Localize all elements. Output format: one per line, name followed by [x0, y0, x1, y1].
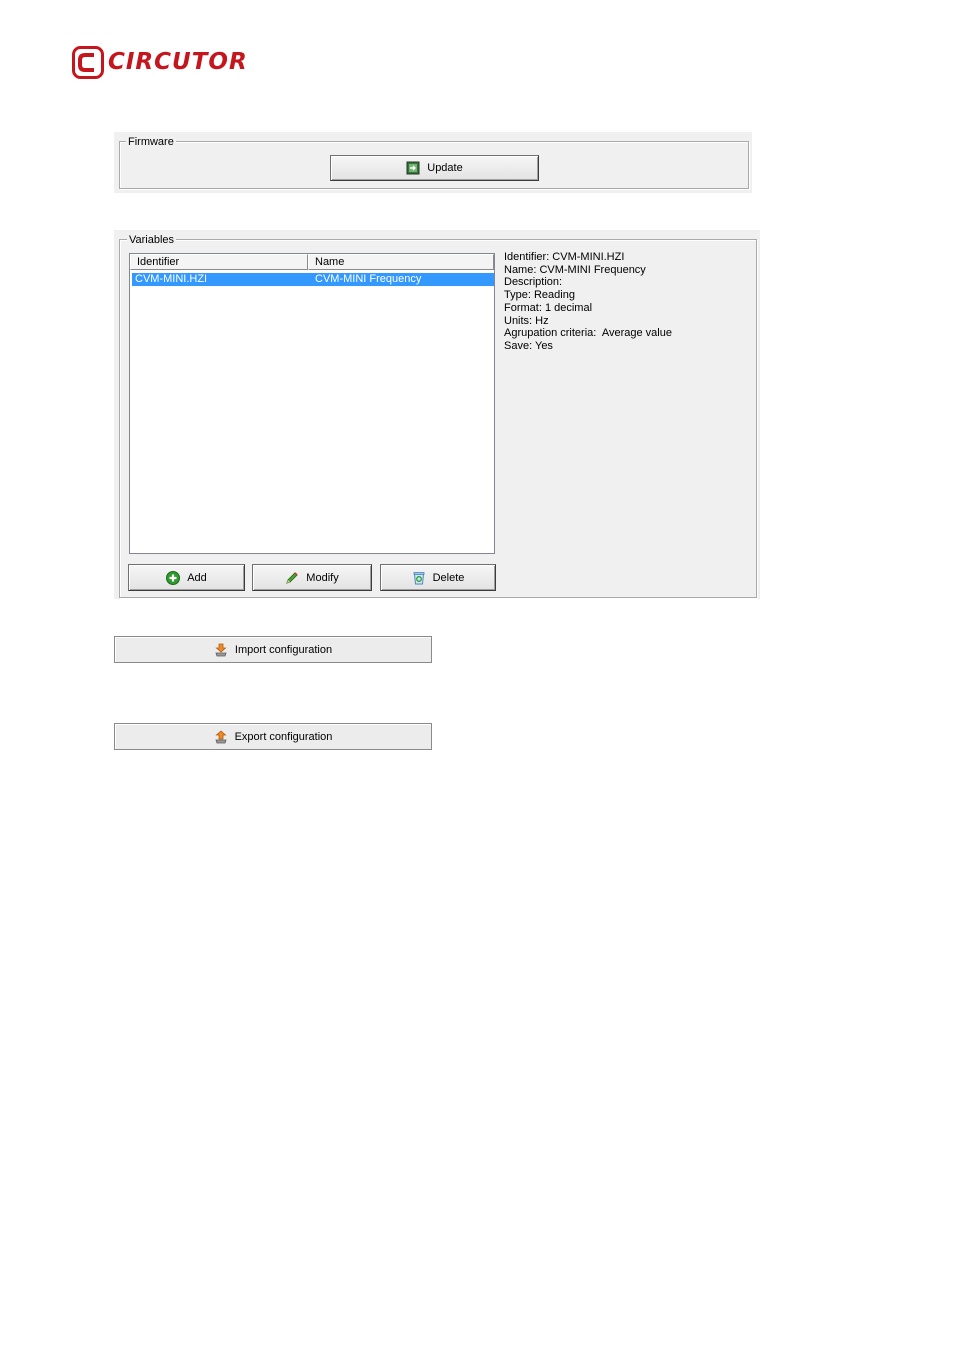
column-identifier[interactable]: Identifier	[130, 254, 308, 270]
variables-list[interactable]: Identifier Name CVM-MINI.HZI CVM-MINI Fr…	[129, 253, 495, 554]
column-name[interactable]: Name	[308, 254, 494, 270]
circutor-logo-mark-icon	[72, 46, 104, 79]
detail-format: Format: 1 decimal	[504, 301, 593, 314]
variables-legend: Variables	[127, 234, 177, 246]
update-button[interactable]: Update	[330, 155, 539, 181]
detail-description: Description:	[504, 276, 563, 289]
delete-button[interactable]: Delete	[380, 564, 496, 591]
import-configuration-button[interactable]: Import configuration	[114, 636, 432, 663]
firmware-panel: Firmware Update	[114, 132, 752, 193]
delete-label: Delete	[432, 571, 465, 584]
export-configuration-button[interactable]: Export configuration	[114, 723, 432, 750]
export-label: Export configuration	[234, 730, 333, 743]
export-icon	[215, 729, 227, 743]
modify-button[interactable]: Modify	[252, 564, 372, 591]
detail-agrupation: Agrupation criteria: Average value	[504, 327, 672, 340]
modify-label: Modify	[306, 571, 339, 584]
recycle-bin-icon	[413, 571, 424, 584]
import-label: Import configuration	[234, 643, 333, 656]
detail-type: Type: Reading	[504, 289, 575, 302]
list-header: Identifier Name	[130, 254, 494, 270]
table-row[interactable]: CVM-MINI.HZI CVM-MINI Frequency	[132, 273, 494, 286]
add-icon	[166, 570, 181, 585]
detail-name: Name: CVM-MINI Frequency	[504, 263, 646, 276]
brand-name: CIRCUTOR	[108, 49, 248, 75]
detail-units: Units: Hz	[504, 314, 549, 327]
variable-details: Identifier: CVM-MINI.HZI Name: CVM-MINI …	[504, 251, 672, 353]
detail-save: Save: Yes	[504, 339, 553, 352]
row-name: CVM-MINI Frequency	[315, 273, 422, 285]
row-identifier: CVM-MINI.HZI	[135, 273, 208, 285]
firmware-update-icon	[406, 161, 420, 175]
detail-identifier: Identifier: CVM-MINI.HZI	[504, 251, 625, 263]
add-button[interactable]: Add	[128, 564, 245, 591]
firmware-legend: Firmware	[126, 136, 176, 148]
update-label: Update	[427, 162, 463, 174]
import-icon	[215, 643, 227, 656]
pencil-icon	[286, 571, 299, 584]
add-label: Add	[187, 571, 207, 584]
circutor-logo: CIRCUTOR	[72, 46, 247, 82]
